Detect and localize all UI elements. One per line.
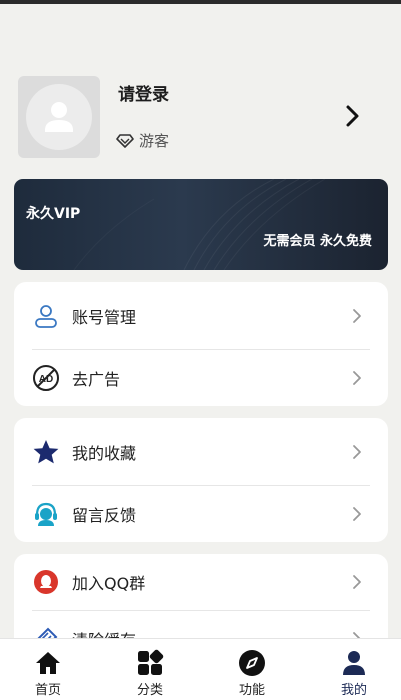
avatar-placeholder (26, 84, 92, 150)
chevron-right-icon (353, 371, 361, 385)
tab-category[interactable]: 分类 (100, 639, 200, 700)
bottom-tab-bar: 首页 分类 功能 我的 (0, 638, 401, 700)
tab-home[interactable]: 首页 (0, 639, 98, 700)
avatar[interactable] (18, 76, 100, 158)
menu-item-label: 我的收藏 (72, 444, 137, 463)
person-icon (45, 102, 73, 132)
menu-item-label: 留言反馈 (72, 506, 137, 525)
headset-icon (32, 500, 60, 528)
no-ad-icon: AD (32, 364, 60, 392)
profile-header[interactable]: 请登录 游客 (18, 76, 383, 158)
chevron-right-icon (353, 575, 361, 589)
vip-title: 永久VIP (26, 206, 81, 222)
chevron-right-icon (353, 309, 361, 323)
menu-item-account[interactable]: 账号管理 (14, 285, 388, 347)
star-icon (32, 438, 60, 466)
menu-item-label: 账号管理 (72, 308, 137, 327)
profile-icon (340, 649, 368, 677)
menu-item-remove-ads[interactable]: AD 去广告 (14, 347, 388, 409)
menu-item-label: 去广告 (72, 370, 121, 389)
tab-label: 分类 (136, 683, 163, 698)
diamond-icon (116, 133, 134, 148)
tab-label: 我的 (340, 683, 367, 698)
tab-label: 首页 (34, 683, 61, 698)
menu-item-label: 加入QQ群 (72, 574, 146, 593)
home-icon (34, 649, 62, 677)
vip-banner-decoration (73, 179, 326, 270)
qq-icon (32, 568, 60, 596)
tab-functions[interactable]: 功能 (202, 639, 302, 700)
tab-mine[interactable]: 我的 (304, 639, 401, 700)
grid-icon (136, 649, 164, 677)
menu-item-favorites[interactable]: 我的收藏 (14, 421, 388, 483)
chevron-right-icon (353, 445, 361, 459)
user-role-label: 游客 (139, 132, 170, 150)
menu-item-feedback[interactable]: 留言反馈 (14, 483, 388, 545)
menu-item-qq-group[interactable]: 加入QQ群 (14, 551, 388, 613)
compass-icon (238, 649, 266, 677)
login-prompt[interactable]: 请登录 (118, 80, 169, 105)
status-bar (0, 0, 401, 4)
menu-card-account: 账号管理 AD 去广告 (14, 282, 388, 406)
menu-card-collection: 我的收藏 留言反馈 (14, 418, 388, 542)
chevron-right-icon[interactable] (345, 104, 361, 128)
vip-subtitle: 无需会员 永久免费 (263, 234, 372, 249)
user-icon (32, 302, 60, 330)
user-role: 游客 (116, 130, 169, 151)
chevron-right-icon (353, 507, 361, 521)
tab-label: 功能 (238, 683, 265, 698)
vip-banner[interactable]: 永久VIP 无需会员 永久免费 (14, 179, 388, 270)
